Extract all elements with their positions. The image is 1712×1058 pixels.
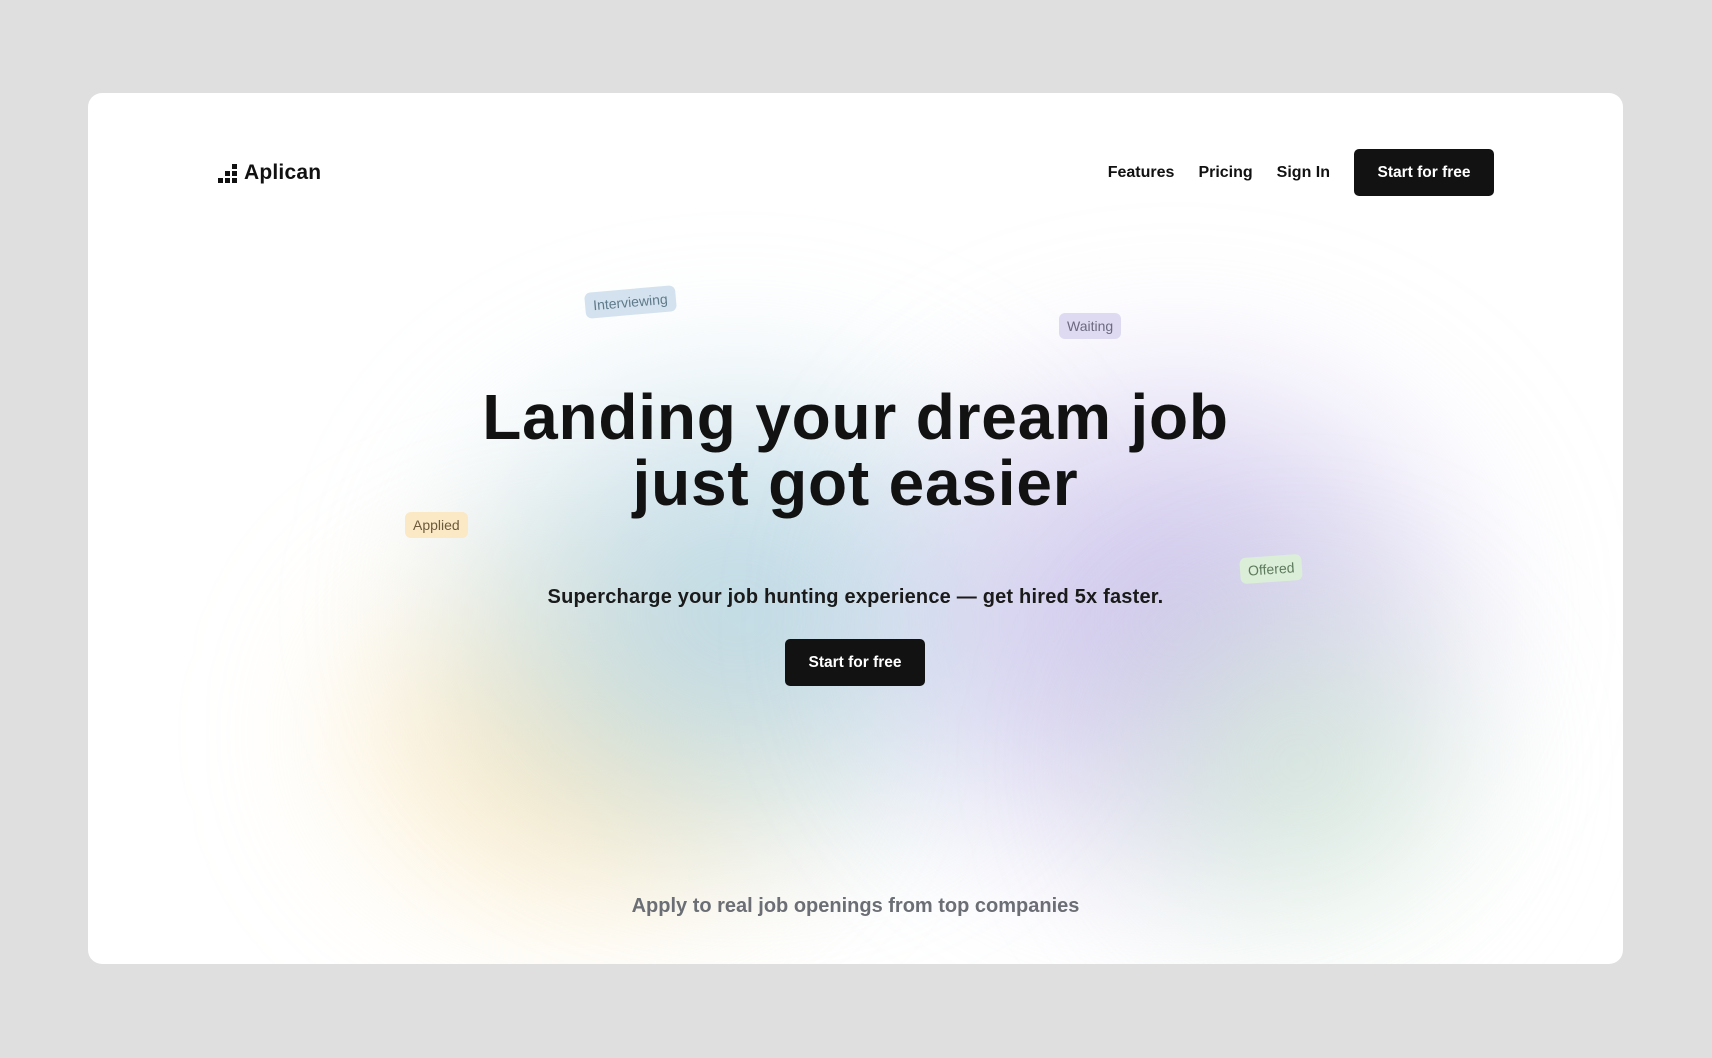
bar-steps-icon bbox=[218, 163, 238, 183]
hero-start-for-free-button[interactable]: Start for free bbox=[785, 639, 925, 686]
nav-links: Features Pricing Sign In Start for free bbox=[1108, 149, 1494, 196]
status-tag-offered: Offered bbox=[1239, 553, 1304, 585]
nav-link-features[interactable]: Features bbox=[1108, 164, 1175, 182]
companies-caption: Apply to real job openings from top comp… bbox=[631, 895, 1080, 917]
top-nav: Aplican Features Pricing Sign In Start f… bbox=[88, 93, 1623, 253]
hero-title: Landing your dream job just got easier bbox=[88, 384, 1623, 516]
brand-logo[interactable]: Aplican bbox=[218, 161, 321, 185]
nav-link-pricing[interactable]: Pricing bbox=[1198, 164, 1252, 182]
status-tag-waiting: Waiting bbox=[1059, 313, 1122, 339]
hero-subtitle: Supercharge your job hunting experience … bbox=[547, 586, 1164, 608]
hero-title-line-1: Landing your dream job bbox=[482, 381, 1229, 453]
nav-link-sign-in[interactable]: Sign In bbox=[1277, 164, 1330, 182]
brand-name: Aplican bbox=[244, 161, 322, 184]
status-tag-interviewing: Interviewing bbox=[584, 285, 677, 319]
landing-card: Aplican Features Pricing Sign In Start f… bbox=[88, 93, 1623, 964]
hero-title-line-2: just got easier bbox=[632, 447, 1079, 519]
nav-start-for-free-button[interactable]: Start for free bbox=[1354, 149, 1494, 196]
